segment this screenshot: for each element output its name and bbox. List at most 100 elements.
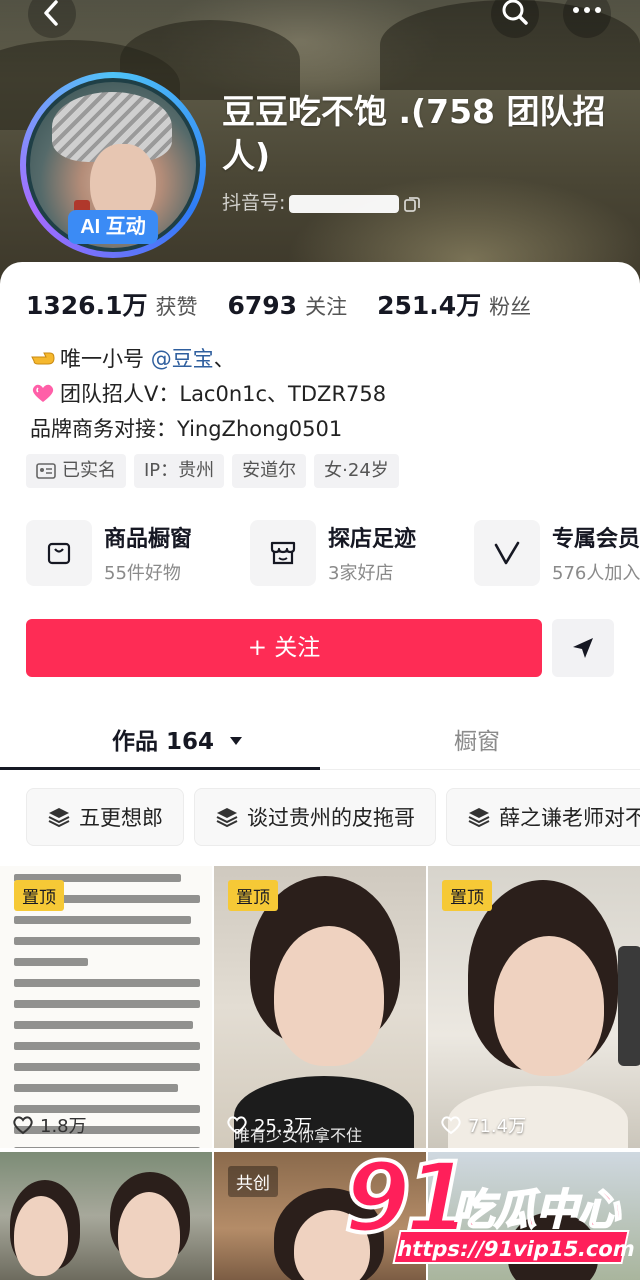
tag-gender-age: 女·24岁 [314, 454, 399, 488]
pinned-badge: 置顶 [442, 880, 492, 911]
shortcut-subtitle: 3家好店 [328, 563, 394, 584]
tab-showcase[interactable]: 橱窗 [454, 722, 500, 756]
shortcut-icon-box [26, 520, 92, 586]
ai-interaction-badge[interactable]: AI 互动 [68, 210, 158, 244]
tab-label: 作品 164 [112, 729, 215, 755]
follow-button[interactable]: + 关注 [26, 619, 542, 677]
content-tabs: 作品 164 橱窗 [0, 708, 640, 770]
tag-label: 女·24岁 [324, 460, 389, 481]
share-button[interactable] [552, 619, 614, 677]
layers-icon [468, 808, 490, 828]
tag-label: IP：贵州 [144, 460, 215, 481]
shortcut-title: 探店足迹 [328, 527, 417, 552]
top-bar [0, 0, 640, 60]
video-thumbnail[interactable]: 置顶 71.4万 [428, 866, 640, 1148]
vip-icon [494, 541, 520, 565]
video-thumbnail[interactable]: 置顶 唯有少女你拿不住 25.3万 [214, 866, 426, 1148]
bio-text: 唯一小号 [60, 347, 144, 371]
tab-works[interactable]: 作品 164 [112, 722, 244, 756]
shortcut-store-visits[interactable]: 探店足迹 3家好店 [250, 518, 474, 588]
shortcut-icon-box [474, 520, 540, 586]
stat-following[interactable]: 6793 关注 [227, 291, 347, 321]
douyin-id-label: 抖音号: [222, 192, 286, 214]
tag-verified[interactable]: 已实名 [26, 454, 126, 488]
more-dots-icon [563, 0, 611, 38]
like-count-value: 71.4万 [468, 1116, 527, 1137]
shortcut-subtitle: 55件好物 [104, 563, 181, 584]
watermark-text: 吃瓜中心 [451, 1184, 621, 1235]
search-icon [491, 0, 539, 38]
site-watermark: 91 吃瓜中心 https://91vip15.com [340, 1148, 640, 1280]
profile-name: 豆豆吃不饱 .(758 团队招人) [222, 92, 606, 175]
tag-location: 安道尔 [232, 454, 307, 488]
bio: 唯一小号 @豆宝、 团队招人V：Lac0n1c、TDZR758 品牌商务对接：Y… [30, 342, 386, 447]
collection-label: 五更想郎 [79, 806, 163, 830]
bag-icon [47, 542, 71, 565]
like-count: 71.4万 [440, 1112, 526, 1138]
back-button[interactable] [26, 0, 78, 40]
bio-line-1: 唯一小号 @豆宝、 [30, 342, 386, 377]
stats-row: 1326.1万 获赞 6793 关注 251.4万 粉丝 [26, 286, 561, 322]
heart-icon [13, 1116, 33, 1135]
stat-label: 关注 [305, 295, 348, 319]
active-tab-indicator [0, 767, 320, 770]
layers-icon [48, 808, 70, 828]
id-card-icon [36, 463, 56, 479]
pinned-badge: 置顶 [228, 880, 278, 911]
chevron-left-icon [28, 0, 76, 38]
tag-label: 已实名 [62, 460, 116, 481]
more-button[interactable] [560, 0, 614, 40]
send-icon [573, 638, 593, 658]
shortcut-membership[interactable]: 专属会员 576人加入 [474, 518, 640, 588]
co-creation-badge: 共创 [228, 1166, 278, 1197]
profile-card: 1326.1万 获赞 6793 关注 251.4万 粉丝 唯一小号 @豆宝、 团队招人… [0, 262, 640, 1280]
stat-followers[interactable]: 251.4万 粉丝 [377, 286, 531, 322]
pointing-hand-icon [31, 352, 55, 365]
douyin-id: 抖音号: [222, 188, 421, 215]
shortcut-icon-box [250, 520, 316, 586]
watermark-url: https://91vip15.com [392, 1230, 638, 1264]
shortcut-subtitle: 576人加入 [552, 563, 640, 584]
shortcut-title: 专属会员 [552, 527, 640, 552]
heart-icon [441, 1116, 461, 1135]
collection-label: 薛之谦老师对不 [499, 806, 640, 830]
shop-icon [270, 541, 296, 565]
douyin-id-redacted [289, 194, 400, 213]
bio-mention-link[interactable]: @豆宝 [151, 347, 214, 371]
text-post-preview [14, 874, 200, 1148]
shortcut-row: 商品橱窗 55件好物 探店足迹 3家好店 专属会员 576人加入 [26, 518, 640, 588]
collection-chip[interactable]: 薛之谦老师对不 [446, 788, 640, 846]
video-thumbnail[interactable]: 置顶 1.8万 [0, 866, 212, 1148]
like-count: 1.8万 [12, 1112, 87, 1138]
collection-chip[interactable]: 五更想郎 [26, 788, 184, 846]
tag-ip: IP：贵州 [134, 454, 225, 488]
heart-emoji-icon [32, 384, 54, 402]
search-button[interactable] [490, 0, 540, 40]
collection-chips: 五更想郎 谈过贵州的皮拖哥 薛之谦老师对不 [26, 788, 640, 846]
copy-icon[interactable] [403, 195, 421, 213]
pinned-badge: 置顶 [14, 880, 64, 911]
layers-icon [216, 808, 238, 828]
shortcut-showcase[interactable]: 商品橱窗 55件好物 [26, 518, 250, 588]
bio-text: 、 [213, 347, 235, 371]
stat-value: 6793 [227, 291, 298, 320]
stat-value: 251.4万 [377, 291, 482, 320]
video-thumbnail[interactable] [0, 1152, 212, 1280]
bio-text: 品牌商务对接：YingZhong0501 [30, 417, 343, 441]
stat-likes[interactable]: 1326.1万 获赞 [26, 286, 197, 322]
collection-label: 谈过贵州的皮拖哥 [247, 806, 415, 830]
shortcut-title: 商品橱窗 [104, 527, 193, 552]
stat-label: 粉丝 [489, 295, 532, 319]
caret-down-icon [230, 737, 243, 745]
tag-label: 安道尔 [242, 460, 297, 481]
stat-value: 1326.1万 [26, 291, 148, 320]
like-count-value: 1.8万 [40, 1116, 87, 1137]
profile-tags: 已实名 IP：贵州 安道尔 女·24岁 [26, 454, 407, 488]
stat-label: 获赞 [155, 295, 198, 319]
bio-line-2: 团队招人V：Lac0n1c、TDZR758 [30, 377, 386, 412]
bio-line-3: 品牌商务对接：YingZhong0501 [30, 412, 386, 447]
like-count-value: 25.3万 [254, 1116, 313, 1137]
like-count: 25.3万 [226, 1112, 312, 1138]
bio-text: 团队招人V：Lac0n1c、TDZR758 [60, 382, 387, 406]
collection-chip[interactable]: 谈过贵州的皮拖哥 [194, 788, 436, 846]
